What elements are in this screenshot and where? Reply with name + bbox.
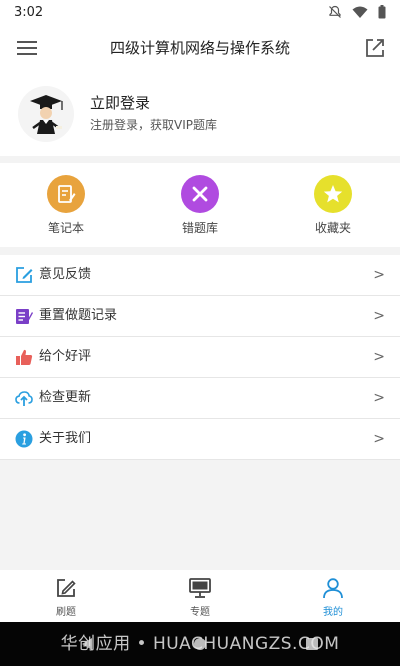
info-icon [15,430,33,448]
wifi-icon [352,6,368,18]
quick-favorites[interactable]: 收藏夹 [283,175,383,245]
chevron-right-icon: > [373,349,385,365]
edit-icon [57,579,76,597]
notebook-icon [47,175,85,213]
menu-label-feedback: 意见反馈 [39,267,92,282]
menu-item-feedback[interactable]: 意见反馈 > [0,255,400,296]
thumbs-up-icon [16,349,33,365]
menu-item-rate[interactable]: 给个好评 > [0,337,400,378]
quick-actions: 笔记本 错题库 收藏夹 [0,163,400,247]
watermark: 华创应用 • HUACHUANGZS.COM [60,634,340,654]
reset-record-icon [16,309,33,324]
status-bar: 3:02 [0,0,400,24]
chevron-right-icon: > [373,267,385,283]
menu-item-reset-record[interactable]: 重置做题记录 > [0,296,400,337]
hamburger-menu-icon[interactable] [16,37,38,59]
title-bar: 四级计算机网络与操作系统 [0,24,400,72]
menu-label-check-update: 检查更新 [39,390,92,405]
quick-label-favorites: 收藏夹 [314,221,351,235]
graduate-avatar-icon [30,95,63,134]
chevron-right-icon: > [373,390,385,406]
quick-wrong-questions[interactable]: 错题库 [150,175,250,245]
quick-label-notebook: 笔记本 [47,221,84,235]
login-subtitle: 注册登录，获取VIP题库 [90,118,217,132]
menu-label-rate: 给个好评 [39,349,92,364]
menu-label-reset-record: 重置做题记录 [39,308,118,323]
monitor-icon [189,578,211,598]
chevron-right-icon: > [373,308,385,324]
user-icon [323,578,343,599]
avatar[interactable] [18,86,74,142]
favorites-star-icon [314,175,352,213]
feedback-edit-icon [16,267,33,283]
cloud-upload-icon [15,391,33,406]
wrong-questions-icon [181,175,219,213]
menu-label-about: 关于我们 [39,431,92,446]
settings-menu: 意见反馈 > 重置做题记录 > 给个好评 > 检查更新 > 关于我们 > [0,255,400,460]
quick-label-wrong-questions: 错题库 [181,221,218,235]
status-time: 3:02 [14,4,44,20]
chevron-right-icon: > [373,431,385,447]
tab-label-topics: 专题 [190,607,210,618]
tab-label-mine: 我的 [323,607,343,618]
tab-practice[interactable]: 刷题 [31,576,101,618]
tab-mine[interactable]: 我的 [298,576,368,618]
tab-label-practice: 刷题 [56,607,76,618]
status-icons [328,5,386,19]
menu-item-check-update[interactable]: 检查更新 > [0,378,400,419]
login-link[interactable]: 立即登录 [90,92,150,113]
bell-off-icon [329,5,341,18]
bottom-nav: 刷题 专题 我的 [0,570,400,622]
battery-icon [378,5,386,19]
quick-notebook[interactable]: 笔记本 [16,175,116,245]
share-external-icon[interactable] [364,37,386,59]
page-title: 四级计算机网络与操作系统 [109,39,290,57]
tab-topics[interactable]: 专题 [165,576,235,618]
system-nav-bar: 华创应用 • HUACHUANGZS.COM [0,622,400,666]
menu-item-about[interactable]: 关于我们 > [0,419,400,460]
profile-card[interactable]: 立即登录 注册登录，获取VIP题库 [0,72,400,156]
